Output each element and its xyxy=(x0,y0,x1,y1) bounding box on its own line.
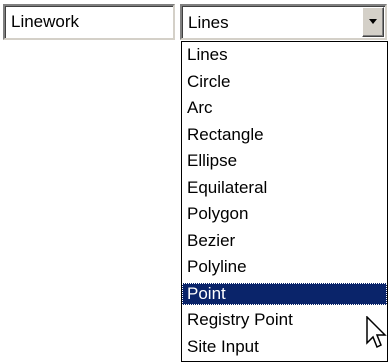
dropdown-button[interactable] xyxy=(362,7,384,37)
list-item-polygon[interactable]: Polygon xyxy=(182,203,387,225)
list-item-equilateral[interactable]: Equilateral xyxy=(182,177,387,199)
arrow-cursor-icon xyxy=(366,316,387,349)
list-item-bezier[interactable]: Bezier xyxy=(182,230,387,252)
type-combo-value: Lines xyxy=(188,13,229,32)
list-item-point[interactable]: Point xyxy=(182,283,387,305)
list-item-circle[interactable]: Circle xyxy=(182,71,387,93)
list-item-polyline[interactable]: Polyline xyxy=(182,256,387,278)
list-item-ellipse[interactable]: Ellipse xyxy=(182,150,387,172)
list-item-registry-point[interactable]: Registry Point xyxy=(182,309,387,331)
type-combo-box[interactable]: Lines xyxy=(180,4,387,40)
dropdown-list[interactable]: Lines Circle Arc Rectangle Ellipse Equilatera… xyxy=(181,41,388,362)
list-item-site-input[interactable]: Site Input xyxy=(182,336,387,358)
layer-field-value: Linework xyxy=(11,12,80,31)
list-item-rectangle[interactable]: Rectangle xyxy=(182,124,387,146)
list-item-arc[interactable]: Arc xyxy=(182,97,387,119)
ui-root: Linework Lines Lines Circle Arc Rectangle El… xyxy=(0,0,391,364)
layer-field[interactable]: Linework xyxy=(3,4,175,40)
list-item-lines[interactable]: Lines xyxy=(182,44,387,66)
chevron-down-icon xyxy=(369,19,377,24)
